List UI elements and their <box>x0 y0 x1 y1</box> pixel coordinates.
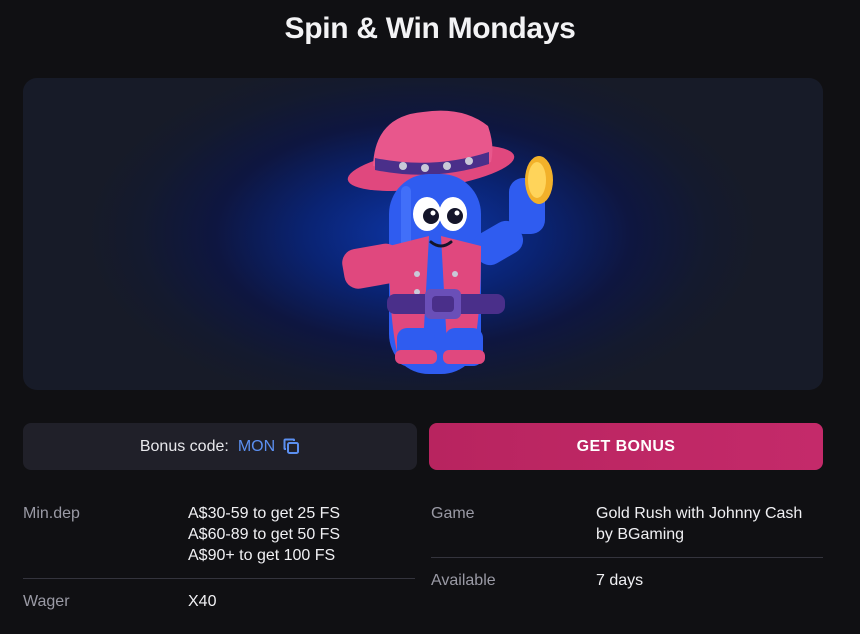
wager-label: Wager <box>23 593 70 610</box>
wager-value: X40 <box>188 593 217 610</box>
game-values: Gold Rush with Johnny Cash by BGaming <box>596 503 802 545</box>
min-dep-values: A$30-59 to get 25 FS A$60-89 to get 50 F… <box>188 503 340 566</box>
game-provider: by BGaming <box>596 526 685 543</box>
page-title: Spin & Win Mondays <box>284 12 576 45</box>
game-row: Game Gold Rush with Johnny Cash by BGami… <box>431 503 824 545</box>
bonus-code-box: Bonus code: MON <box>23 423 417 470</box>
min-dep-tier: A$30-59 to get 25 FS <box>188 505 341 522</box>
details-right: Game Gold Rush with Johnny Cash by BGami… <box>431 503 824 591</box>
available-value: 7 days <box>596 572 644 589</box>
promo-banner <box>23 78 823 390</box>
available-row: Available 7 days <box>431 570 824 591</box>
details-left: Min.dep A$30-59 to get 25 FS A$60-89 to … <box>23 503 416 612</box>
min-dep-tier: A$60-89 to get 50 FS <box>188 526 341 543</box>
min-dep-row: Min.dep A$30-59 to get 25 FS A$60-89 to … <box>23 503 416 566</box>
available-label: Available <box>431 572 496 589</box>
cactus-cowboy-mascot <box>342 110 553 374</box>
game-label: Game <box>431 505 475 522</box>
game-name: Gold Rush with Johnny Cash <box>596 505 803 522</box>
copy-icon[interactable] <box>283 438 300 455</box>
get-bonus-button[interactable]: GET BONUS <box>429 423 823 470</box>
min-dep-label: Min.dep <box>23 505 80 522</box>
divider <box>23 578 415 579</box>
bonus-code-value[interactable]: MON <box>238 438 275 456</box>
min-dep-tier: A$90+ to get 100 FS <box>188 547 336 564</box>
bonus-code-label: Bonus code: <box>139 437 229 455</box>
divider <box>431 557 823 558</box>
wager-row: Wager X40 <box>23 591 416 612</box>
